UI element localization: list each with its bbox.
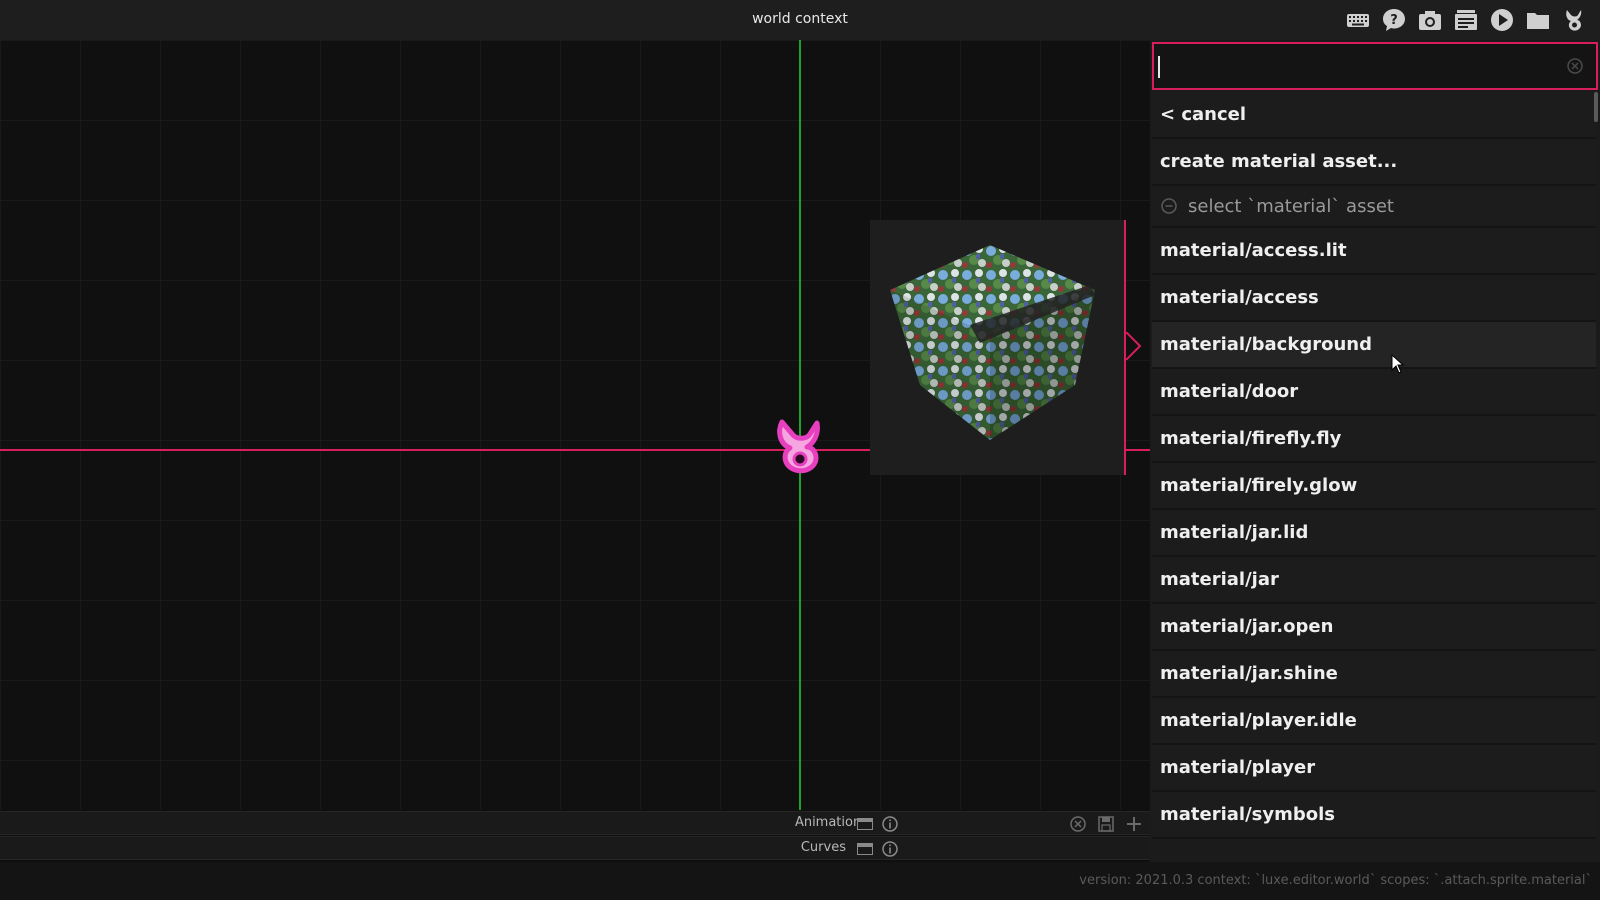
clear-icon[interactable]: [1566, 57, 1584, 75]
text-caret: [1158, 56, 1160, 78]
curves-label: Curves: [800, 840, 846, 855]
panel-window-icon[interactable]: [856, 840, 874, 858]
x-axis-line-right: [1126, 449, 1150, 451]
close-icon[interactable]: [1069, 815, 1087, 833]
list-item[interactable]: material/jar: [1152, 557, 1596, 604]
folder-icon[interactable]: [1524, 6, 1552, 34]
asset-picker-panel: < cancel create material asset... select…: [1150, 40, 1600, 862]
add-icon[interactable]: [1125, 815, 1143, 833]
toolbar: ?: [1344, 6, 1588, 34]
world-viewport[interactable]: [0, 40, 1150, 810]
create-material-asset-item[interactable]: create material asset...: [1152, 139, 1596, 186]
list-item[interactable]: material/player: [1152, 745, 1596, 792]
list-item[interactable]: material/firely.glow: [1152, 463, 1596, 510]
cancel-item[interactable]: < cancel: [1152, 92, 1596, 139]
save-icon[interactable]: [1097, 815, 1115, 833]
luxe-logo-icon[interactable]: [1560, 6, 1588, 34]
list-item[interactable]: material/jar.shine: [1152, 651, 1596, 698]
search-box[interactable]: [1152, 42, 1598, 90]
keyboard-icon[interactable]: [1344, 6, 1372, 34]
list-item[interactable]: material/background: [1152, 322, 1596, 369]
asset-list: < cancel create material asset... select…: [1152, 92, 1596, 839]
x-axis-line: [0, 449, 870, 451]
version-text: version: 2021.0.3 context: `luxe.editor.…: [1079, 873, 1592, 888]
list-item[interactable]: material/access: [1152, 275, 1596, 322]
panel-window-icon[interactable]: [856, 815, 874, 833]
camera-icon[interactable]: [1416, 6, 1444, 34]
list-item[interactable]: material/door: [1152, 369, 1596, 416]
info-icon[interactable]: [881, 840, 899, 858]
search-input[interactable]: [1154, 44, 1554, 88]
list-item[interactable]: material/jar.lid: [1152, 510, 1596, 557]
select-hint-label: select `material` asset: [1188, 195, 1394, 217]
list-item[interactable]: material/symbols: [1152, 792, 1596, 839]
list-item[interactable]: material/player.idle: [1152, 698, 1596, 745]
list-scrollbar[interactable]: [1594, 92, 1598, 122]
animations-panel[interactable]: Animations: [0, 811, 1150, 835]
select-hint-item: select `material` asset: [1152, 186, 1596, 228]
minus-circle-icon: [1161, 198, 1177, 214]
list-item[interactable]: material/firefly.fly: [1152, 416, 1596, 463]
preview-pointer: [1126, 332, 1142, 360]
luxe-logo-icon[interactable]: [768, 416, 832, 480]
cube-preview-image: [890, 245, 1095, 440]
svg-text:?: ?: [1390, 13, 1398, 28]
title-bar: world context ?: [0, 0, 1600, 40]
info-icon[interactable]: [881, 815, 899, 833]
mouse-cursor-icon: [1391, 354, 1405, 374]
play-icon[interactable]: [1488, 6, 1516, 34]
list-item[interactable]: material/jar.open: [1152, 604, 1596, 651]
curves-panel[interactable]: Curves: [0, 836, 1150, 860]
help-icon[interactable]: ?: [1380, 6, 1408, 34]
list-item[interactable]: material/access.lit: [1152, 228, 1596, 275]
status-bar: version: 2021.0.3 context: `luxe.editor.…: [0, 862, 1600, 900]
cards-icon[interactable]: [1452, 6, 1480, 34]
